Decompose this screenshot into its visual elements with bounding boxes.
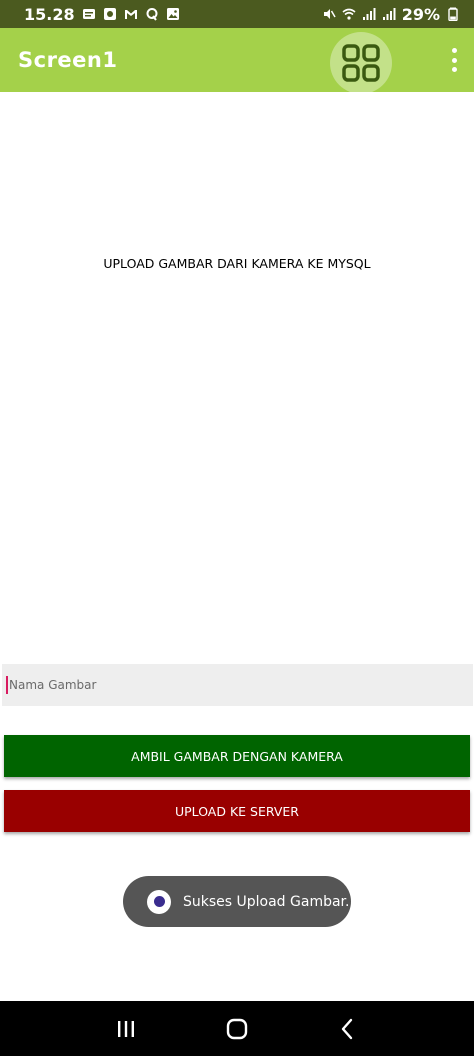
- page-heading: UPLOAD GAMBAR DARI KAMERA KE MYSQL: [103, 256, 371, 271]
- gmail-icon: [124, 7, 138, 21]
- wifi-icon: [342, 7, 356, 21]
- overflow-menu-button[interactable]: [448, 48, 460, 72]
- back-button[interactable]: [328, 1009, 368, 1049]
- upload-server-button[interactable]: UPLOAD KE SERVER: [4, 790, 470, 832]
- more-vert-icon: [451, 48, 457, 53]
- signal-icon: [382, 7, 396, 21]
- back-icon: [342, 1018, 353, 1039]
- home-button[interactable]: [217, 1009, 257, 1049]
- recents-icon: [117, 1020, 134, 1037]
- take-picture-button[interactable]: AMBIL GAMBAR DENGAN KAMERA: [4, 735, 470, 777]
- battery-icon: [446, 7, 460, 21]
- grid-icon: [342, 44, 380, 82]
- battery-percent: 29%: [401, 4, 440, 24]
- status-bar: 15.28 29%: [0, 0, 474, 28]
- image-name-input[interactable]: [9, 670, 449, 700]
- gallery-icon: [166, 7, 180, 21]
- status-time: 15.28: [24, 4, 75, 24]
- home-icon: [226, 1018, 248, 1039]
- text-cursor: [6, 676, 8, 694]
- grid-menu-button[interactable]: [330, 32, 392, 94]
- toast-message: Sukses Upload Gambar.: [123, 876, 351, 927]
- more-vert-icon: [451, 67, 457, 72]
- name-field[interactable]: [2, 664, 473, 706]
- signal-icon: [362, 7, 376, 21]
- quora-icon: [145, 7, 159, 21]
- app-bar: Screen1: [0, 28, 474, 94]
- app-screen: 15.28 29% Screen1 UPLOAD GAMBAR DARI KAM…: [0, 0, 474, 1056]
- message-icon: [82, 7, 96, 21]
- app-icon: [147, 889, 171, 914]
- status-left: 15.28: [24, 5, 180, 24]
- camera-icon: [103, 7, 117, 21]
- mute-icon: [322, 7, 336, 21]
- navigation-bar: [0, 1001, 474, 1056]
- status-right: 29%: [322, 5, 460, 24]
- recents-button[interactable]: [106, 1009, 146, 1049]
- toast-text: Sukses Upload Gambar.: [183, 893, 350, 910]
- app-title: Screen1: [18, 48, 118, 72]
- more-vert-icon: [451, 57, 457, 63]
